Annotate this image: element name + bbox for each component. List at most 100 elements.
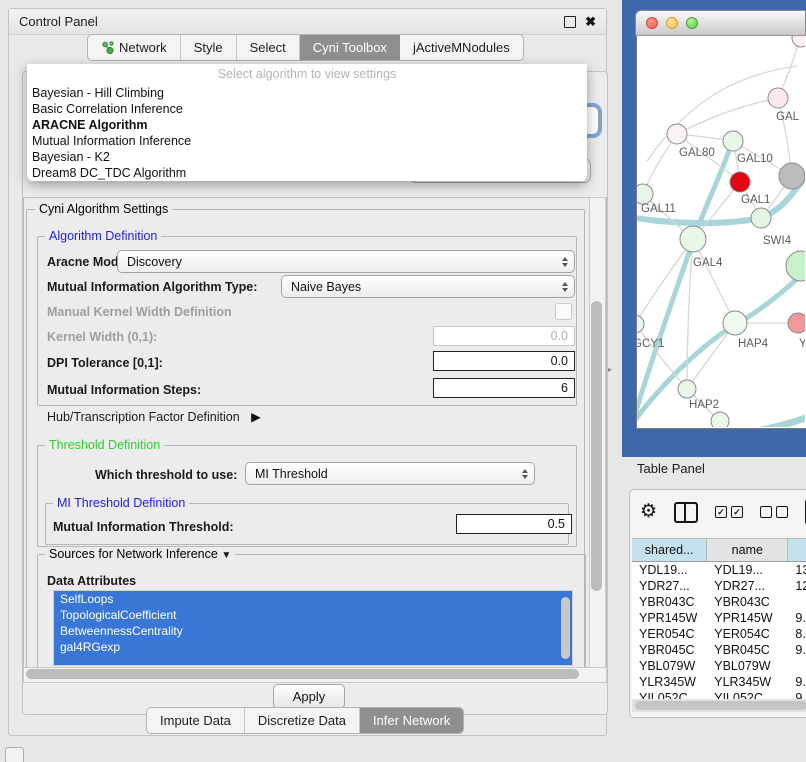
mi-algorithm-type-combo[interactable]: Naive Bayes bbox=[281, 275, 575, 298]
algorithm-popup-item[interactable]: Mutual Information Inference bbox=[27, 133, 587, 149]
table-cell: 13 bbox=[788, 562, 806, 578]
network-node[interactable] bbox=[730, 172, 750, 192]
network-node[interactable] bbox=[788, 313, 805, 333]
settings-vscrollbar-thumb[interactable] bbox=[591, 301, 602, 591]
table-row[interactable]: YBR043CYBR043C bbox=[632, 594, 806, 610]
network-node[interactable] bbox=[751, 208, 771, 228]
table-cell: YBR045C bbox=[632, 642, 707, 658]
tab-jactivemnodules[interactable]: jActiveMNodules bbox=[400, 35, 523, 60]
collapsed-arrow-icon: ▶ bbox=[251, 409, 261, 424]
algorithm-popup-item[interactable]: Dream8 DC_TDC Algorithm bbox=[27, 165, 587, 181]
mi-algorithm-type-value: Naive Bayes bbox=[291, 280, 361, 294]
network-node[interactable] bbox=[779, 163, 805, 189]
network-node[interactable] bbox=[667, 124, 687, 144]
table-cell: YIL052C bbox=[707, 690, 788, 699]
network-node-label: GAL bbox=[776, 111, 800, 123]
table-row[interactable]: YDL19...YDL19...13 bbox=[632, 562, 806, 578]
network-node[interactable] bbox=[678, 380, 696, 398]
data-attribute-item[interactable]: SelfLoops bbox=[54, 591, 572, 607]
algorithm-popup-item[interactable]: Bayesian - Hill Climbing bbox=[27, 85, 587, 101]
table-row[interactable]: YBR045CYBR045C9. bbox=[632, 642, 806, 658]
network-canvas[interactable]: GALGAL80GAL10GAL1GAL11SWI4GAL4GCY1HAP4YH… bbox=[636, 36, 806, 429]
tab-style[interactable]: Style bbox=[181, 35, 237, 60]
network-tab-icon bbox=[101, 41, 114, 54]
split-divider-handle-icon[interactable]: ▸ bbox=[608, 365, 612, 374]
threshold-definition-title: Threshold Definition bbox=[45, 438, 164, 452]
network-node-label: SWI4 bbox=[763, 235, 792, 247]
mi-threshold-field[interactable]: 0.5 bbox=[456, 514, 572, 534]
gear-icon[interactable]: ⚙ bbox=[640, 502, 657, 522]
algorithm-popup-item[interactable]: Bayesian - K2 bbox=[27, 149, 587, 165]
apply-button[interactable]: Apply bbox=[273, 684, 345, 709]
network-node[interactable] bbox=[792, 36, 805, 47]
checked-box-icon: ✓ bbox=[715, 506, 727, 518]
network-node[interactable] bbox=[711, 412, 729, 427]
table-cell: 9. bbox=[788, 690, 806, 699]
table-row[interactable]: YBL079WYBL079W bbox=[632, 658, 806, 674]
deselect-all-icon[interactable] bbox=[760, 506, 788, 518]
data-attribute-item[interactable]: TopologicalCoefficient bbox=[54, 607, 572, 623]
table-row[interactable]: YIL052CYIL052C9. bbox=[632, 690, 806, 699]
mi-steps-field[interactable]: 6 bbox=[433, 378, 575, 398]
table-column-header[interactable]: name bbox=[707, 539, 788, 561]
network-window-titlebar[interactable] bbox=[635, 10, 806, 36]
data-attributes-list[interactable]: SelfLoopsTopologicalCoefficientBetweenne… bbox=[53, 590, 573, 666]
bottom-tab-impute-data[interactable]: Impute Data bbox=[147, 708, 245, 733]
algorithm-popup-item[interactable]: ARACNE Algorithm bbox=[27, 117, 587, 133]
table-cell: YBL079W bbox=[707, 658, 788, 674]
table-column-header[interactable]: shared... bbox=[632, 539, 707, 561]
network-node[interactable] bbox=[637, 184, 653, 204]
table-row[interactable]: YDR27...YDR27...12 bbox=[632, 578, 806, 594]
dpi-tolerance-field[interactable]: 0.0 bbox=[433, 351, 575, 371]
data-attribute-item[interactable]: gal4RGexp bbox=[54, 639, 572, 655]
panel-corner-button[interactable] bbox=[5, 747, 24, 762]
network-edge[interactable] bbox=[637, 239, 693, 324]
tab-select[interactable]: Select bbox=[237, 35, 300, 60]
network-node[interactable] bbox=[768, 88, 788, 108]
tab-network[interactable]: Network bbox=[88, 35, 181, 60]
sources-title-row[interactable]: Sources for Network Inference ▼ bbox=[45, 547, 235, 561]
network-node[interactable] bbox=[723, 311, 747, 335]
algorithm-popup-item[interactable]: Basic Correlation Inference bbox=[27, 101, 587, 117]
checked-box-icon: ✓ bbox=[731, 506, 743, 518]
close-traffic-light-icon[interactable] bbox=[646, 17, 658, 29]
network-edge[interactable] bbox=[693, 239, 735, 323]
minimize-traffic-light-icon[interactable] bbox=[666, 17, 678, 29]
table-cell: YDR27... bbox=[707, 578, 788, 594]
network-node[interactable] bbox=[637, 315, 644, 333]
control-panel-title: Control Panel bbox=[19, 14, 98, 29]
network-node[interactable] bbox=[786, 251, 805, 281]
float-window-icon[interactable] bbox=[564, 16, 576, 28]
algorithm-definition-title: Algorithm Definition bbox=[45, 229, 161, 243]
tab-cyni-toolbox[interactable]: Cyni Toolbox bbox=[300, 35, 400, 60]
table-column-header[interactable] bbox=[788, 539, 806, 561]
which-threshold-combo[interactable]: MI Threshold bbox=[245, 462, 535, 485]
network-node[interactable] bbox=[680, 226, 706, 252]
split-columns-icon[interactable] bbox=[674, 502, 698, 523]
table-hscrollbar-thumb[interactable] bbox=[635, 701, 806, 710]
combo-spinner-icon bbox=[562, 282, 568, 292]
table-row[interactable]: YER054CYER054C8. bbox=[632, 626, 806, 642]
unchecked-box-icon bbox=[760, 506, 772, 518]
network-node-label: HAP4 bbox=[738, 338, 769, 350]
zoom-traffic-light-icon[interactable] bbox=[686, 17, 698, 29]
hub-section-toggle[interactable]: Hub/Transcription Factor Definition ▶ bbox=[47, 409, 261, 424]
algorithm-popup-prompt: Select algorithm to view settings bbox=[27, 64, 587, 85]
close-icon[interactable]: ✖ bbox=[585, 17, 596, 27]
table-row[interactable]: YLR345WYLR345W9. bbox=[632, 674, 806, 690]
data-attribute-item[interactable]: BetweennessCentrality bbox=[54, 623, 572, 639]
bottom-tab-discretize-data[interactable]: Discretize Data bbox=[245, 708, 360, 733]
select-all-icon[interactable]: ✓ ✓ bbox=[715, 506, 743, 518]
kernel-width-field[interactable]: 0.0 bbox=[433, 326, 575, 346]
network-edge[interactable] bbox=[677, 98, 778, 134]
network-node[interactable] bbox=[723, 131, 743, 151]
settings-hscrollbar-thumb[interactable] bbox=[26, 669, 579, 679]
aracne-mode-combo[interactable]: Discovery bbox=[117, 250, 575, 273]
attributes-list-scrollbar[interactable] bbox=[561, 597, 570, 659]
table-row[interactable]: YPR145WYPR145W9. bbox=[632, 610, 806, 626]
manual-kernel-checkbox[interactable] bbox=[555, 303, 572, 320]
network-node-label: GAL1 bbox=[741, 194, 770, 206]
bottom-tabstrip: Impute DataDiscretize DataInfer Network bbox=[146, 707, 464, 734]
table-hscrollbar-track[interactable] bbox=[632, 699, 806, 712]
bottom-tab-infer-network[interactable]: Infer Network bbox=[360, 708, 463, 733]
